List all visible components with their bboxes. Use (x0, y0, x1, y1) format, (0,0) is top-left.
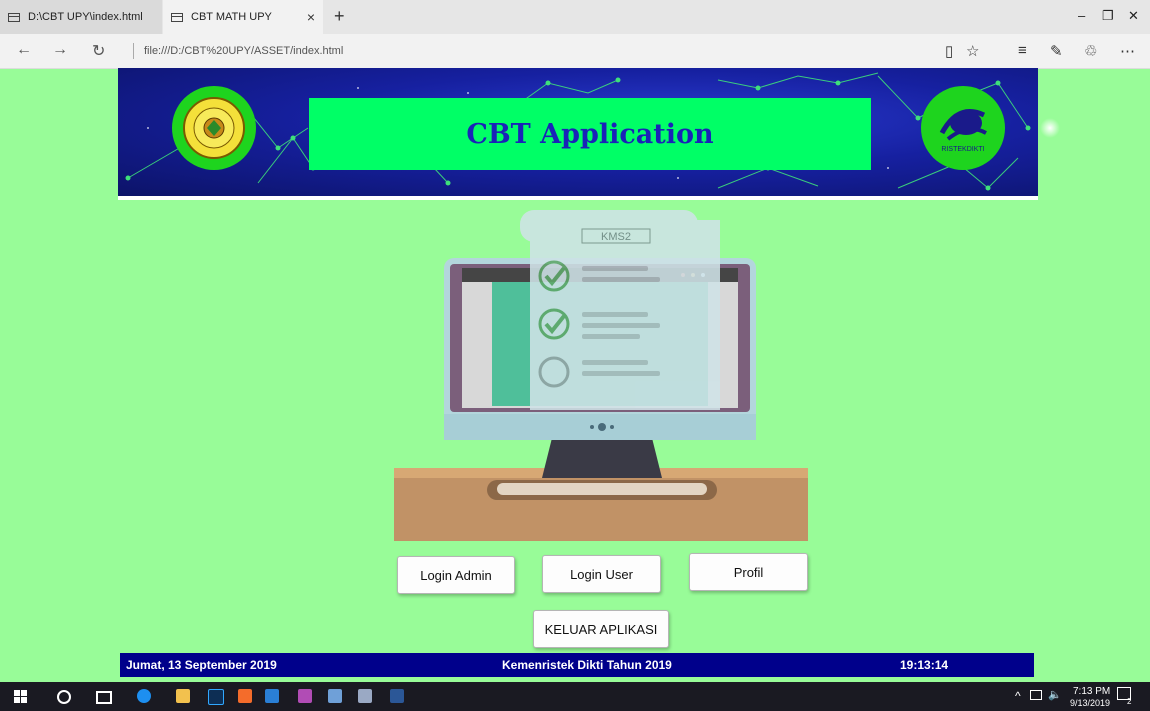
close-window-button[interactable]: ✕ (1128, 8, 1139, 24)
seal-icon (183, 97, 245, 159)
windows-taskbar: ^ 🔈 7:13 PM 9/13/2019 2 (0, 682, 1150, 711)
more-icon[interactable]: ⋯ (1120, 42, 1135, 60)
close-tab-icon[interactable]: × (307, 9, 315, 25)
ristekdikti-logo: RISTEKDIKTI (921, 86, 1005, 170)
university-seal-logo (172, 86, 256, 170)
tab-label: D:\CBT UPY\index.html (28, 11, 143, 23)
divider (133, 43, 134, 59)
computer-illustration: KMS2 (394, 210, 808, 541)
desk (394, 468, 808, 541)
edge-browser-icon[interactable] (137, 689, 151, 703)
page-icon (8, 12, 20, 22)
app-icon[interactable] (358, 689, 372, 703)
footer-bar: Jumat, 13 September 2019 Kemenristek Dik… (120, 653, 1034, 677)
browser-tab-index[interactable]: D:\CBT UPY\index.html (0, 0, 162, 34)
search-circle-icon[interactable] (57, 690, 71, 704)
ristekdikti-emblem-icon: RISTEKDIKTI (939, 109, 987, 153)
winrar-icon[interactable] (298, 689, 312, 703)
notification-count: 2 (1127, 697, 1132, 706)
file-explorer-icon[interactable] (176, 689, 190, 703)
xampp-icon[interactable] (238, 689, 252, 703)
footer-center-text: Kemenristek Dikti Tahun 2019 (502, 658, 672, 672)
speaker-icon[interactable]: 🔈 (1048, 688, 1062, 701)
page-title: CBT Application (466, 118, 714, 150)
address-bar: ← → ↻ file:///D:/CBT%20UPY/ASSET/index.h… (0, 34, 1150, 69)
login-admin-button[interactable]: Login Admin (397, 556, 515, 594)
footer-date: Jumat, 13 September 2019 (126, 658, 277, 672)
photoshop-icon[interactable] (208, 689, 224, 705)
taskbar-clock-date[interactable]: 9/13/2019 (1070, 698, 1110, 708)
minimize-button[interactable]: – (1078, 8, 1085, 23)
new-tab-button[interactable]: + (334, 6, 345, 27)
refresh-icon[interactable]: ↻ (92, 41, 105, 61)
glow-decoration (1040, 118, 1060, 138)
title-box: CBT Application (309, 98, 871, 170)
reading-view-icon[interactable]: ▯ (945, 42, 953, 60)
network-icon[interactable] (1030, 690, 1042, 700)
back-arrow-icon[interactable]: ← (16, 41, 32, 59)
chevron-up-icon[interactable]: ^ (1015, 689, 1021, 703)
keluar-aplikasi-button[interactable]: KELUAR APLIKASI (533, 610, 669, 648)
checklist-paper: KMS2 (520, 210, 720, 410)
browser-tab-cbt-math[interactable]: CBT MATH UPY × (163, 0, 323, 34)
paper-label: KMS2 (601, 231, 631, 243)
restore-button[interactable]: ❐ (1102, 8, 1114, 24)
page-icon (171, 12, 183, 22)
banner-divider (118, 196, 1038, 200)
windows-start-icon[interactable] (14, 690, 27, 703)
favorite-star-icon[interactable]: ☆ (966, 42, 979, 60)
media-player-icon[interactable] (265, 689, 279, 703)
share-icon[interactable]: ♲ (1084, 42, 1097, 60)
taskbar-clock-time[interactable]: 7:13 PM (1073, 686, 1110, 697)
profil-button[interactable]: Profil (689, 553, 808, 591)
web-note-icon[interactable]: ✎ (1050, 42, 1063, 60)
login-user-button[interactable]: Login User (542, 555, 661, 593)
word-icon[interactable] (390, 689, 404, 703)
browser-tab-bar: D:\CBT UPY\index.html CBT MATH UPY × + –… (0, 0, 1150, 34)
logo-text: RISTEKDIKTI (941, 146, 984, 153)
hub-icon[interactable]: ≡ (1018, 42, 1027, 59)
notepad-icon[interactable] (328, 689, 342, 703)
monitor-stand (542, 438, 662, 478)
url-field[interactable]: file:///D:/CBT%20UPY/ASSET/index.html (144, 45, 343, 57)
header-banner: CBT Application RISTEKDIKTI (118, 68, 1038, 196)
task-view-icon[interactable] (96, 691, 112, 704)
tab-label: CBT MATH UPY (191, 11, 272, 23)
footer-clock: 19:13:14 (900, 658, 949, 672)
forward-arrow-icon[interactable]: → (52, 41, 68, 59)
